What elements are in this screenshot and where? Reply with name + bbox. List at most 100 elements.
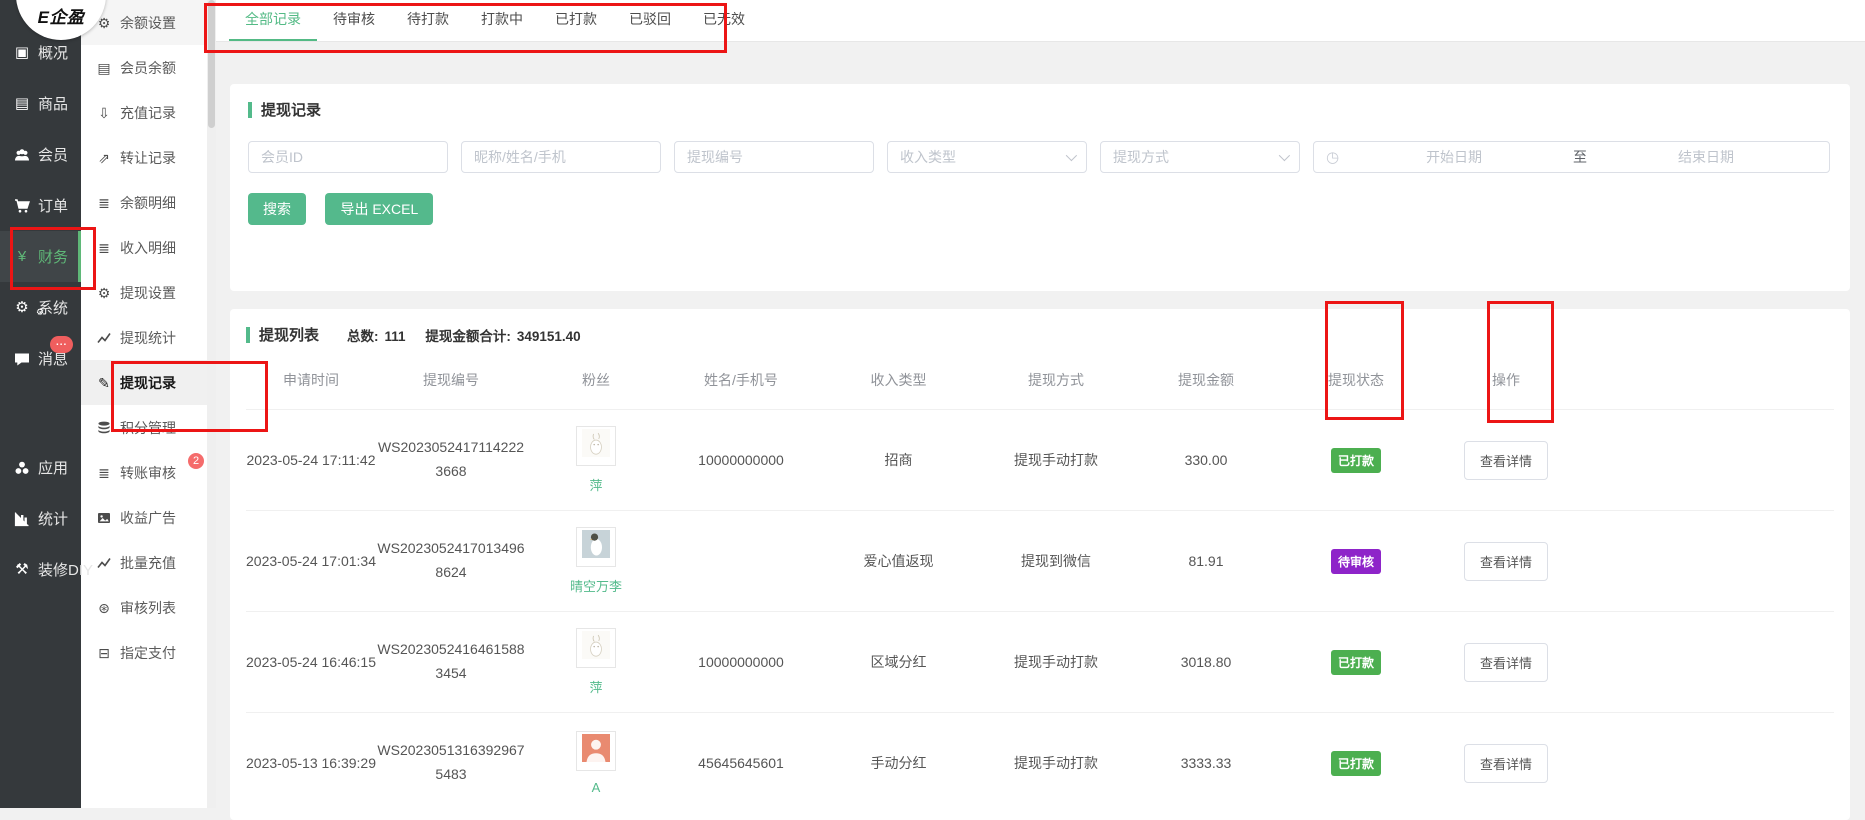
export-excel-button[interactable]: 导出 EXCEL [325,193,433,225]
sidebar-item-stats[interactable]: 统计 [0,493,81,544]
download-icon: ⇩ [95,106,113,120]
app-logo-text: E企盈 [38,3,85,40]
sidebar-item-messages[interactable]: 消息 ... [0,333,81,384]
sidebar-scrollbar[interactable] [207,0,216,808]
gear-icon: ⚙ [95,286,113,300]
menu-item-transfer-records[interactable]: ⇗ 转让记录 [81,135,207,180]
secondary-sidebar: ⚙ 余额设置 ▤ 会员余额 ⇩ 充值记录 ⇗ 转让记录 ≣ 余额明细 ≣ 收入明… [81,0,207,808]
list-section-title: 提现列表 总数:111 提现金额合计:349151.40 [246,324,1834,345]
menu-item-withdraw-records[interactable]: ✎ 提现记录 [81,360,207,405]
menu-item-revenue-ads[interactable]: 收益广告 [81,495,207,540]
tab-pending-review[interactable]: 待审核 [317,0,391,41]
status-badge: 待审核 [1331,549,1381,574]
stats-icon [12,511,32,527]
tab-paying[interactable]: 打款中 [465,0,539,41]
fan-name-link[interactable]: 萍 [589,677,602,696]
col-header-withdraw-status: 提现状态 [1328,370,1384,390]
withdraw-method-select[interactable]: 提现方式 [1100,141,1300,173]
menu-item-income-details[interactable]: ≣ 收入明细 [81,225,207,270]
menu-item-transfer-review[interactable]: ≣ 转账审核 2 [81,450,207,495]
view-details-button[interactable]: 查看详情 [1464,542,1548,581]
cell-apply-time: 2023-05-24 16:46:15 [246,654,376,670]
filter-buttons: 搜索 导出 EXCEL [248,193,1832,225]
col-header-action: 操作 [1492,370,1520,390]
table-row: 2023-05-24 17:01:34 WS202305241701349686… [246,511,1834,612]
menu-item-review-list[interactable]: ⊛ 审核列表 [81,585,207,630]
menu-item-batch-recharge[interactable]: 批量充值 [81,540,207,585]
sidebar-item-goods[interactable]: ▤ 商品 [0,78,81,129]
menu-item-designated-payment[interactable]: ⊟ 指定支付 [81,630,207,675]
tab-rejected[interactable]: 已驳回 [613,0,687,41]
menu-item-member-balance[interactable]: ▤ 会员余额 [81,45,207,90]
cell-withdraw-amount: 330.00 [1185,452,1228,468]
finance-icon: ¥ [12,249,32,264]
clock-icon: ◷ [1326,150,1339,165]
sidebar-item-diy[interactable]: ⚒ 装修DIY [0,544,81,595]
date-range-picker[interactable]: ◷ 开始日期 至 结束日期 [1313,141,1830,173]
transfer-icon: ⇗ [95,151,113,165]
cell-apply-time: 2023-05-13 16:39:29 [246,755,376,771]
tab-pending-payment[interactable]: 待打款 [391,0,465,41]
cell-withdraw-no: WS20230524171142223668 [376,436,526,484]
sidebar-item-system[interactable]: ⚙⚙ 系统 [0,282,81,333]
end-date-placeholder: 结束日期 [1595,147,1817,167]
sidebar-item-members[interactable]: 会员 [0,129,81,180]
withdraw-no-input[interactable] [674,141,874,173]
square-minus-icon: ⊟ [95,646,113,660]
cell-fan: 萍 [576,426,616,494]
fan-name-link[interactable]: 晴空万李 [570,576,622,595]
rabbit-avatar [576,426,616,466]
tab-all-records[interactable]: 全部记录 [229,0,317,41]
tab-invalid[interactable]: 已无效 [687,0,761,41]
rabbit-avatar [576,628,616,668]
col-header-withdraw-amount: 提现金额 [1178,370,1234,390]
menu-item-balance-details[interactable]: ≣ 余额明细 [81,180,207,225]
nickname-input[interactable] [461,141,661,173]
start-date-placeholder: 开始日期 [1343,147,1565,167]
col-header-name-phone: 姓名/手机号 [704,370,778,390]
person-avatar [576,731,616,771]
view-details-button[interactable]: 查看详情 [1464,441,1548,480]
tab-paid[interactable]: 已打款 [539,0,613,41]
cell-name-phone: 45645645601 [698,755,784,771]
cell-withdraw-amount: 3018.80 [1181,654,1232,670]
file-icon: ≣ [95,241,113,255]
fan-name-link[interactable]: 萍 [589,475,602,494]
orders-icon [12,198,32,214]
member-id-input[interactable] [248,141,448,173]
cell-withdraw-amount: 81.91 [1188,553,1223,569]
status-badge: 已打款 [1331,751,1381,776]
cell-withdraw-method: 提现手动打款 [1014,753,1098,773]
filter-panel: 提现记录 收入类型 提现方式 ◷ 开始日期 至 结束日期 [230,84,1850,291]
status-badge: 已打款 [1331,650,1381,675]
primary-nav: ▣ 概况 ▤ 商品 会员 订单 ¥ 财务 [0,0,81,595]
table-row: 2023-05-13 16:39:29 WS202305131639296754… [246,713,1834,813]
view-details-button[interactable]: 查看详情 [1464,643,1548,682]
sidebar-scrollbar-thumb[interactable] [208,0,215,128]
fan-name-link[interactable]: A [592,780,601,795]
income-type-select[interactable]: 收入类型 [887,141,1087,173]
cell-withdraw-amount: 3333.33 [1181,755,1232,771]
menu-item-withdraw-stats[interactable]: 提现统计 [81,315,207,360]
sidebar-item-apps[interactable]: 应用 [0,442,81,493]
list-title: 提现列表 [259,324,319,345]
sidebar-item-orders[interactable]: 订单 [0,180,81,231]
page-title: 提现记录 [261,99,321,120]
cell-income-type: 爱心值返现 [864,551,934,571]
app-root: E企盈 ▣ 概况 ▤ 商品 会员 订单 [0,0,1865,808]
wheel-icon: ⊛ [95,601,113,615]
cell-withdraw-method: 提现手动打款 [1014,652,1098,672]
search-button[interactable]: 搜索 [248,193,306,225]
file-icon: ≣ [95,466,113,480]
table-row: 2023-05-24 17:11:42 WS202305241711422236… [246,410,1834,511]
cell-fan: 萍 [576,628,616,696]
cell-withdraw-method: 提现到微信 [1021,551,1091,571]
view-details-button[interactable]: 查看详情 [1464,744,1548,783]
messages-ellipsis-badge: ... [50,336,73,353]
menu-item-recharge-records[interactable]: ⇩ 充值记录 [81,90,207,135]
menu-item-withdraw-settings[interactable]: ⚙ 提现设置 [81,270,207,315]
cell-income-type: 手动分红 [871,753,927,773]
primary-sidebar: E企盈 ▣ 概况 ▤ 商品 会员 订单 [0,0,81,808]
menu-item-points-management[interactable]: 积分管理 [81,405,207,450]
sidebar-item-finance[interactable]: ¥ 财务 [0,231,81,282]
